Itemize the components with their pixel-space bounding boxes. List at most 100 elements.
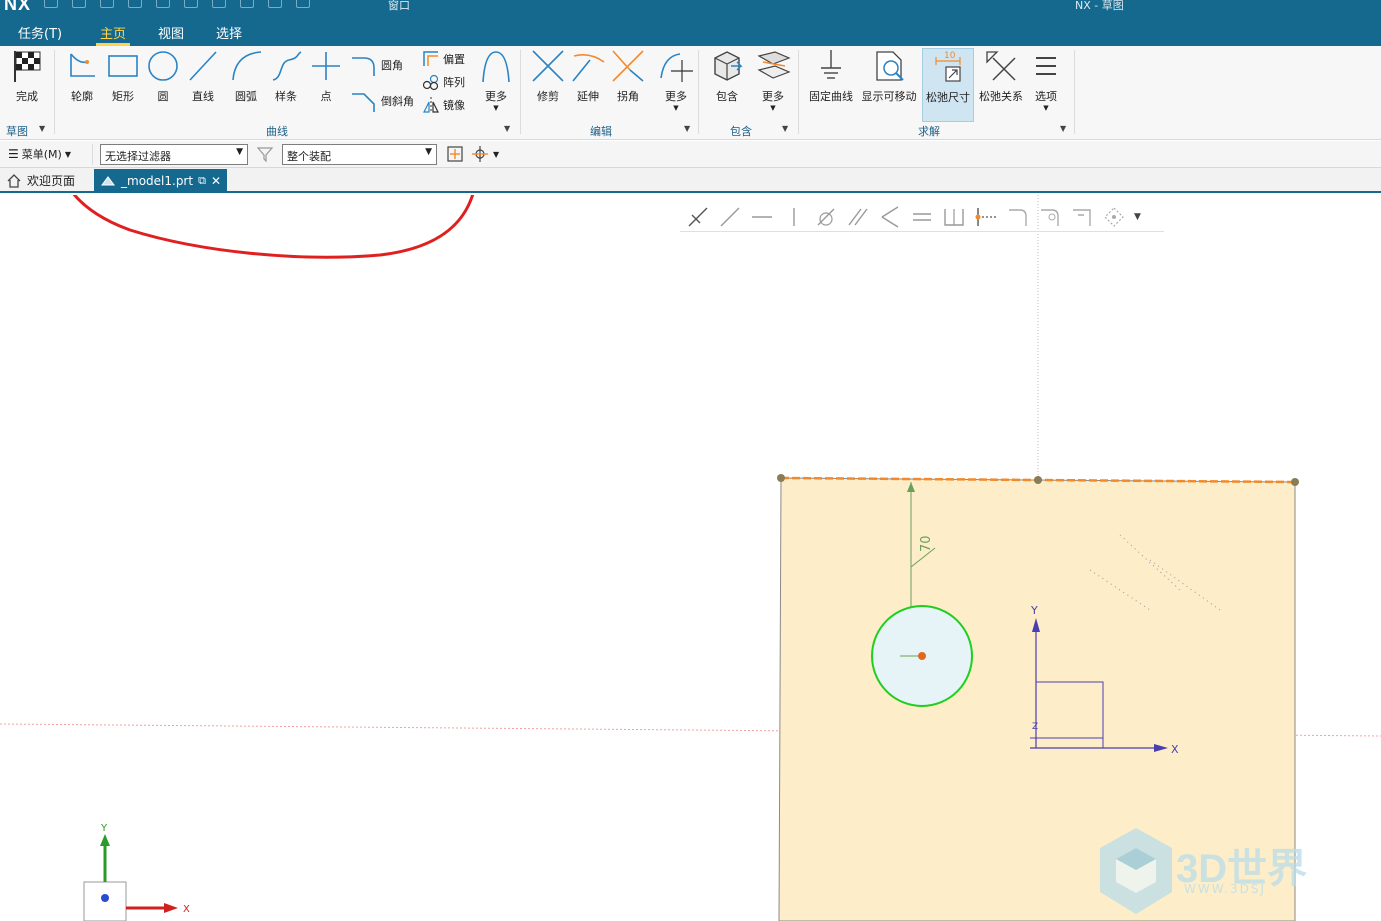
- mirror-label: 镜像: [443, 99, 465, 112]
- tab-select[interactable]: 选择: [216, 23, 242, 42]
- arc-button[interactable]: 圆弧: [226, 48, 266, 104]
- chamfer-button[interactable]: 倒斜角: [350, 90, 414, 112]
- intersection-icon: [757, 51, 791, 79]
- circle-center-point[interactable]: [918, 652, 926, 660]
- point-on-line-icon[interactable]: [974, 205, 998, 229]
- cut-icon[interactable]: [156, 0, 170, 8]
- selection-scope-dropdown[interactable]: 整个装配 ▼: [282, 144, 437, 165]
- save-all-icon[interactable]: [72, 0, 86, 8]
- divider: [92, 144, 93, 165]
- edit-more-button[interactable]: 更多 ▼: [656, 48, 696, 112]
- make-corner-button[interactable]: 拐角: [608, 48, 648, 104]
- tab-model1-prt[interactable]: _model1.prt ⧉ ✕: [94, 169, 227, 192]
- mirror-button[interactable]: 镜像: [422, 96, 465, 114]
- relax-relations-button[interactable]: 松弛关系: [976, 48, 1026, 104]
- tab-welcome-page[interactable]: 欢迎页面: [0, 169, 81, 192]
- point-button[interactable]: 点: [308, 48, 344, 104]
- chevron-down-icon: ▼: [770, 104, 776, 112]
- reset-filter-button[interactable]: [256, 145, 274, 163]
- point-icon: [312, 52, 340, 80]
- snap-end-icon[interactable]: [1070, 205, 1094, 229]
- options-label: 选项: [1035, 90, 1057, 103]
- solve-group-dropdown-icon[interactable]: ▼: [1060, 124, 1066, 133]
- tab-view[interactable]: 视图: [158, 23, 184, 42]
- parallel-constraint-icon[interactable]: [846, 205, 870, 229]
- equal-length-icon[interactable]: [910, 205, 934, 229]
- rectangle-label: 矩形: [112, 90, 134, 103]
- touch-mode-icon[interactable]: [268, 0, 282, 8]
- point-on-curve-icon[interactable]: [718, 205, 742, 229]
- close-icon[interactable]: ✕: [211, 174, 221, 188]
- pattern-button[interactable]: 阵列: [422, 73, 465, 91]
- tab-tasks[interactable]: 任务(T): [18, 23, 62, 42]
- move-curve-icon: [660, 53, 693, 82]
- line-icon: [189, 51, 217, 81]
- quick-access-toolbar: [44, 0, 310, 10]
- edge-endpoint[interactable]: [777, 474, 785, 482]
- selection-scope-value: 整个装配: [287, 150, 331, 163]
- horizontal-constraint-icon[interactable]: [750, 205, 774, 229]
- edge-endpoint[interactable]: [1291, 478, 1299, 486]
- redo-icon[interactable]: [128, 0, 142, 8]
- edge-midpoint[interactable]: [1034, 476, 1042, 484]
- chevron-down-icon: ▼: [64, 149, 71, 159]
- snap-corner-icon[interactable]: [1006, 205, 1030, 229]
- paste-icon[interactable]: [212, 0, 226, 8]
- watermark-url: WWW.3DSJ: [1184, 882, 1267, 896]
- trim-button[interactable]: 修剪: [528, 48, 568, 104]
- copy-icon[interactable]: [184, 0, 198, 8]
- checkered-flag-icon: [14, 51, 41, 82]
- tangent-constraint-icon[interactable]: [814, 205, 838, 229]
- options-button[interactable]: 选项 ▼: [1028, 48, 1064, 112]
- edit-group-dropdown-icon[interactable]: ▼: [684, 124, 690, 133]
- cube-logo-icon: [1100, 828, 1172, 914]
- snap-point-button[interactable]: ▼: [470, 145, 499, 163]
- red-annotation-ellipse: [72, 195, 475, 259]
- curve-more-button[interactable]: 更多 ▼: [476, 48, 516, 112]
- tab-home[interactable]: 主页: [100, 23, 126, 42]
- rectangle-button[interactable]: 矩形: [104, 48, 142, 104]
- include-more-button[interactable]: 更多 ▼: [752, 48, 794, 112]
- vertical-constraint-icon[interactable]: [782, 205, 806, 229]
- graphics-window[interactable]: 70 Y X Z Y X: [0, 195, 1381, 921]
- midpoint-constraint-icon[interactable]: [942, 205, 966, 229]
- chevron-down-icon: ▼: [673, 104, 679, 112]
- show-movable-button[interactable]: 显示可移动: [860, 48, 918, 104]
- spline-button[interactable]: 样条: [266, 48, 306, 104]
- curve-more-label: 更多: [485, 90, 507, 103]
- relax-dimensions-button[interactable]: 10 松弛尺寸: [922, 48, 974, 122]
- profile-button[interactable]: 轮廓: [62, 48, 102, 104]
- undo-icon[interactable]: [100, 0, 114, 8]
- repeat-command-icon[interactable]: [240, 0, 254, 8]
- arc-center-icon[interactable]: [1038, 205, 1062, 229]
- modified-icon: ⧉: [198, 173, 206, 187]
- sketch-group-dropdown-icon[interactable]: ▼: [39, 124, 45, 133]
- sketch-canvas[interactable]: 70 Y X Z Y X: [0, 195, 1381, 921]
- include-group-dropdown-icon[interactable]: ▼: [782, 124, 788, 133]
- fillet-button[interactable]: 圆角: [350, 54, 403, 76]
- coincident-constraint-icon[interactable]: [686, 205, 710, 229]
- window-switch-icon[interactable]: [296, 0, 310, 8]
- select-in-assembly-button[interactable]: [446, 145, 464, 163]
- divider: [798, 50, 799, 134]
- type-filter-dropdown[interactable]: 无选择过滤器 ▼: [100, 144, 248, 165]
- arc-label: 圆弧: [235, 90, 257, 103]
- extend-button[interactable]: 延伸: [568, 48, 608, 104]
- offset-button[interactable]: 偏置: [422, 50, 465, 68]
- include-geometry-icon: [714, 51, 743, 81]
- include-button[interactable]: 包含: [706, 48, 748, 104]
- line-button[interactable]: 直线: [184, 48, 222, 104]
- save-icon[interactable]: [44, 0, 58, 8]
- triad-y-label: Y: [100, 823, 108, 834]
- fix-curve-button[interactable]: 固定曲线: [806, 48, 856, 104]
- chevron-down-icon[interactable]: ▼: [1134, 212, 1141, 222]
- curve-group-dropdown-icon[interactable]: ▼: [504, 124, 510, 133]
- edit-more-label: 更多: [665, 90, 687, 103]
- dimension-value[interactable]: 70: [919, 535, 934, 552]
- window-menu[interactable]: 窗口: [388, 0, 410, 13]
- snap-quadrant-icon[interactable]: [1102, 205, 1126, 229]
- circle-button[interactable]: 圆: [144, 48, 182, 104]
- perpendicular-constraint-icon[interactable]: [878, 205, 902, 229]
- finish-sketch-button[interactable]: 完成: [6, 48, 48, 104]
- menu-button[interactable]: ☰ 菜单(M) ▼: [8, 146, 71, 162]
